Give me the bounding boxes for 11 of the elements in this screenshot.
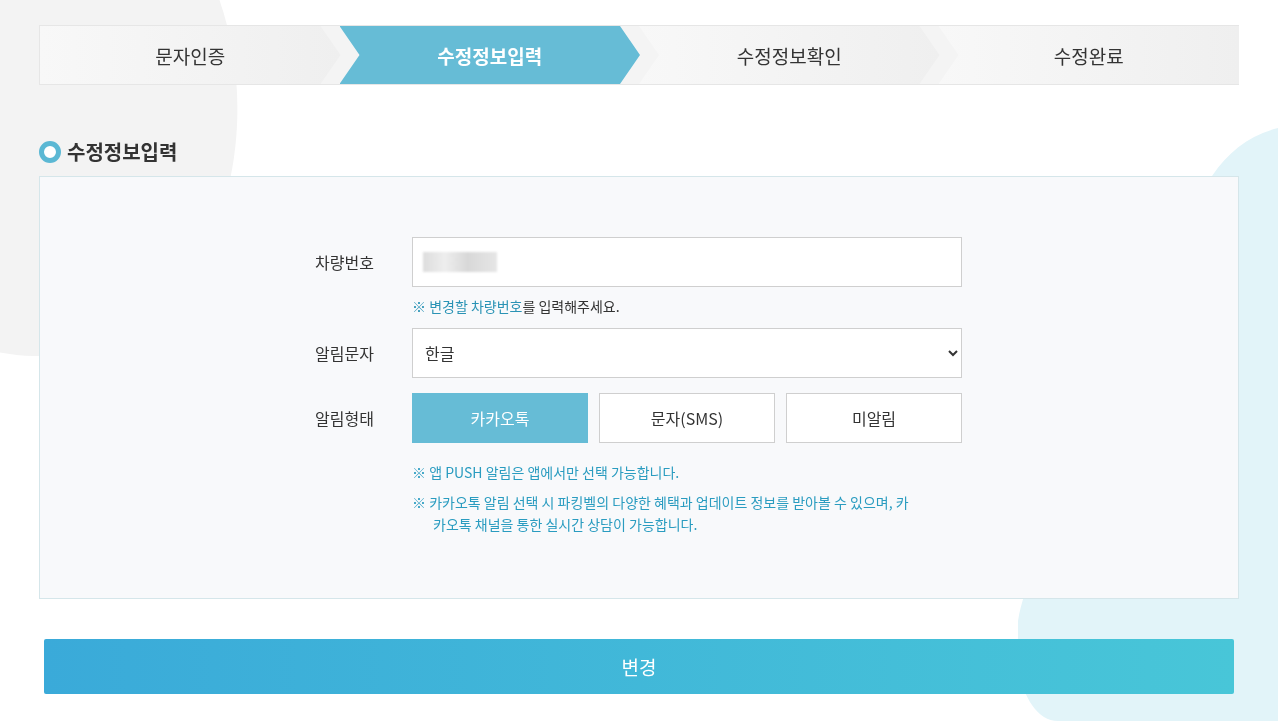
- notify-option-button[interactable]: 미알림: [786, 393, 962, 443]
- field-label: 차량번호: [315, 249, 375, 276]
- notify-option-button[interactable]: 문자(SMS): [599, 393, 775, 443]
- vehicle-number-field[interactable]: [412, 237, 962, 287]
- field-hint: ※ 변경할 차량번호를 입력해주세요.: [412, 296, 621, 316]
- info-note: ※ 앱 PUSH 알림은 앱에서만 선택 가능합니다.: [412, 461, 681, 483]
- section-title: 수정정보입력: [67, 137, 178, 166]
- language-select[interactable]: 한글: [412, 328, 962, 378]
- info-note: ※ 카카오톡 알림 선택 시 파킹벨의 다양한 혜택과 업데이트 정보를 받아볼 수 있으며, 카카오톡 채널을 통한 실시간 상담이 가능합니다.: [412, 491, 910, 535]
- field-label: 알림문자: [315, 340, 375, 367]
- field-label: 알림형태: [315, 405, 375, 432]
